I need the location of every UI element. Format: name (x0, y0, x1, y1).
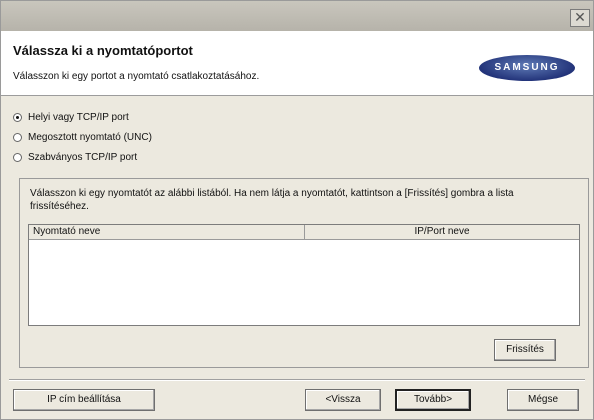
installer-window: ✕ Válassza ki a nyomtatóportot Válasszon… (0, 0, 594, 420)
column-header-ip-port[interactable]: IP/Port neve (305, 225, 579, 240)
printer-list[interactable]: Nyomtató neve IP/Port neve (28, 224, 580, 326)
back-button[interactable]: <Vissza (305, 389, 381, 411)
radio-icon (13, 152, 22, 162)
page-subtitle: Válasszon ki egy portot a nyomtató csatl… (13, 71, 260, 82)
radio-selected-icon (13, 112, 22, 122)
radio-standard-tcpip[interactable]: Szabványos TCP/IP port (13, 149, 137, 165)
radio-label: Megosztott nyomtató (UNC) (28, 131, 152, 143)
page-title: Válassza ki a nyomtatóportot (13, 43, 193, 58)
close-button[interactable]: ✕ (570, 9, 590, 27)
footer-separator (9, 379, 585, 381)
radio-local-tcpip[interactable]: Helyi vagy TCP/IP port (13, 109, 129, 125)
cancel-button[interactable]: Mégse (507, 389, 579, 411)
column-header-printer-name[interactable]: Nyomtató neve (29, 225, 305, 240)
ip-settings-button[interactable]: IP cím beállítása (13, 389, 155, 411)
radio-label: Szabványos TCP/IP port (28, 151, 138, 163)
printer-list-description: Válasszon ki egy nyomtatót az alábbi lis… (30, 188, 514, 212)
printer-selection-group: Válasszon ki egy nyomtatót az alábbi lis… (19, 178, 589, 368)
radio-shared-unc[interactable]: Megosztott nyomtató (UNC) (13, 129, 152, 145)
radio-label: Helyi vagy TCP/IP port (28, 111, 129, 123)
refresh-button[interactable]: Frissítés (494, 339, 556, 361)
samsung-logo: SAMSUNG (479, 55, 575, 81)
radio-icon (13, 132, 22, 142)
title-bar: ✕ (1, 1, 593, 31)
next-button[interactable]: Tovább> (395, 389, 471, 411)
wizard-header: Válassza ki a nyomtatóportot Válasszon k… (1, 31, 593, 96)
close-icon: ✕ (574, 9, 586, 25)
